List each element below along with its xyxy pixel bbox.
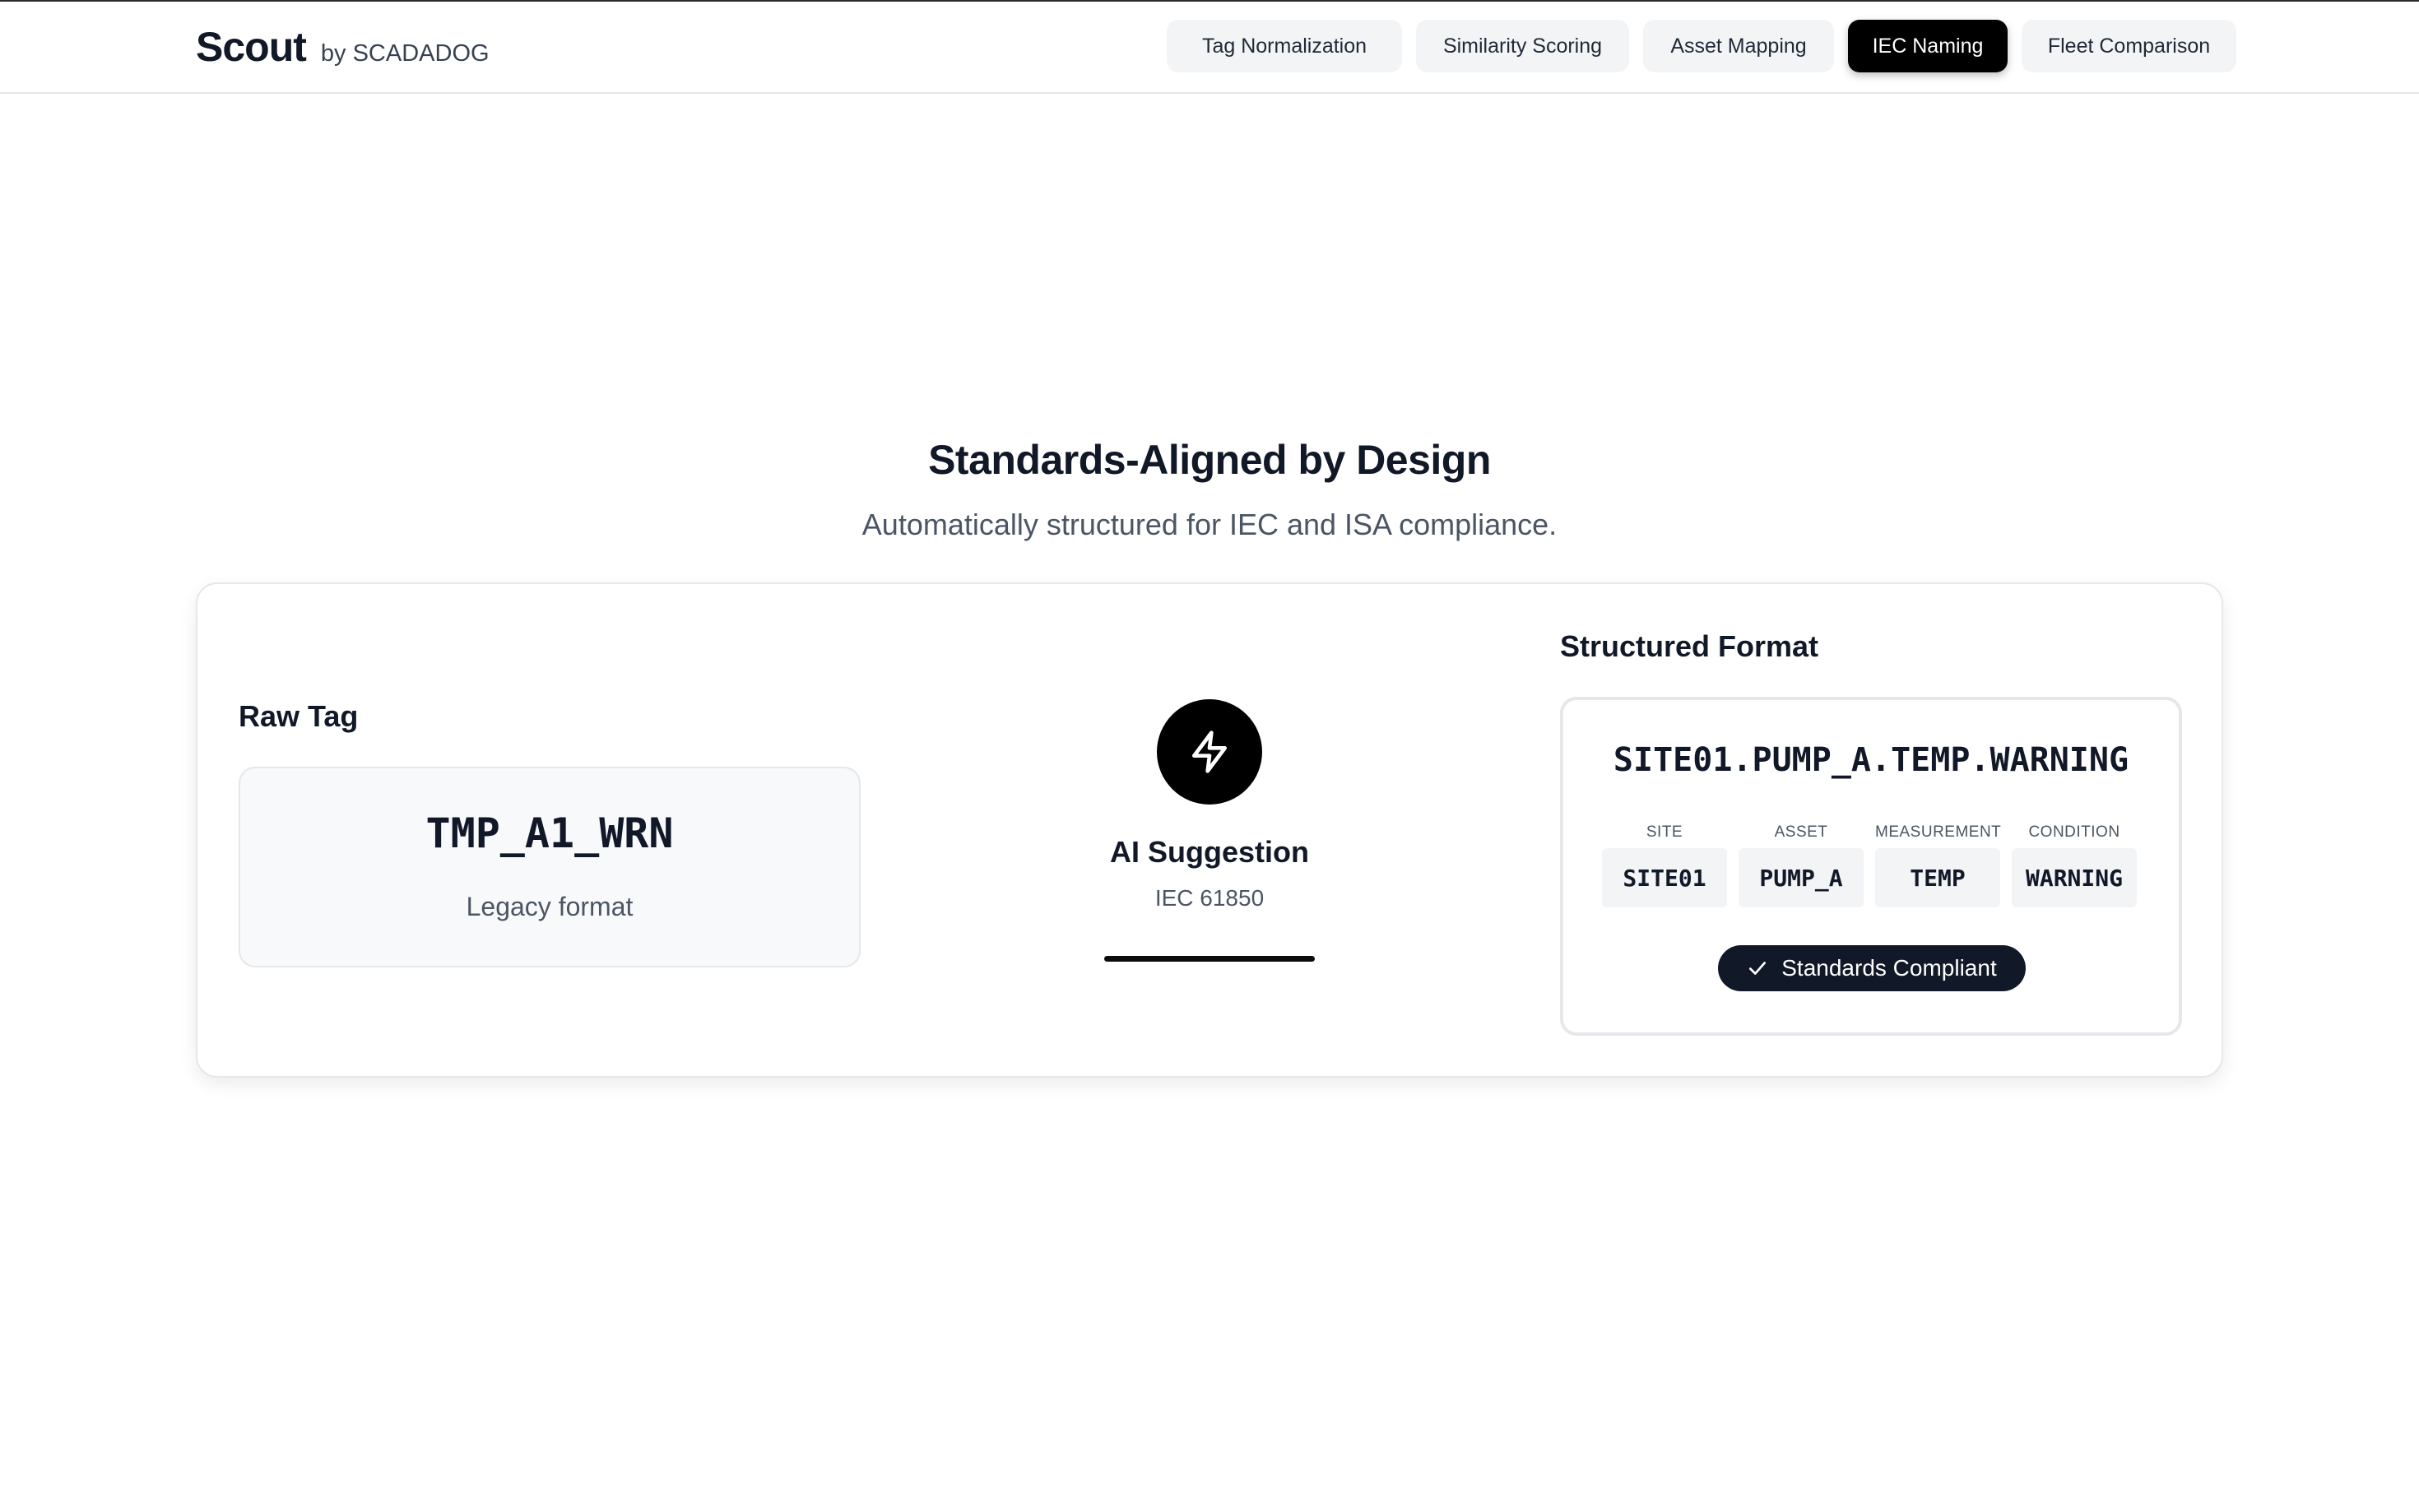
section-title: Standards-Aligned by Design	[928, 437, 1491, 483]
ai-suggestion-label: AI Suggestion	[1110, 835, 1309, 869]
segment-measurement: MEASUREMENT TEMP	[1875, 823, 2002, 907]
brand-byline: by SCADADOG	[320, 40, 490, 67]
segment-value: SITE01	[1602, 848, 1727, 907]
ai-standard-label: IEC 61850	[1154, 885, 1265, 911]
brand-name: Scout	[196, 24, 307, 70]
naming-demo-card: Raw Tag TMP_A1_WRN Legacy format AI Sugg…	[196, 582, 2223, 1078]
tab-asset-mapping[interactable]: Asset Mapping	[1643, 20, 1834, 72]
segment-value: TEMP	[1875, 848, 2000, 907]
check-icon	[1749, 962, 1767, 975]
top-navigation-bar: Scout by SCADADOG Tag Normalization Simi…	[0, 2, 2419, 94]
segment-condition: CONDITION WARNING	[2012, 823, 2137, 907]
section-subtitle: Automatically structured for IEC and ISA…	[861, 508, 1558, 541]
structured-tag-value: SITE01.PUMP_A.TEMP.WARNING	[1613, 741, 2129, 779]
tab-iec-naming[interactable]: IEC Naming	[1848, 20, 2008, 72]
segment-value: PUMP_A	[1739, 848, 1864, 907]
ai-progress-bar	[1104, 956, 1315, 962]
segment-label: ASSET	[1774, 823, 1828, 841]
feature-tabs: Tag Normalization Similarity Scoring Ass…	[1167, 20, 2250, 72]
structured-format-heading: Structured Format	[1560, 629, 1819, 663]
brand-logo[interactable]: Scout by SCADADOG	[196, 23, 490, 71]
tab-fleet-comparison[interactable]: Fleet Comparison	[2022, 20, 2236, 72]
standards-compliant-badge: Standards Compliant	[1718, 945, 2026, 991]
segment-site: SITE SITE01	[1602, 823, 1727, 907]
raw-tag-value: TMP_A1_WRN	[425, 809, 674, 857]
segment-label: CONDITION	[2028, 823, 2120, 841]
badge-label: Standards Compliant	[1781, 955, 1997, 981]
raw-tag-description: Legacy format	[466, 892, 634, 921]
raw-tag-heading: Raw Tag	[239, 699, 359, 733]
lightning-icon	[1157, 699, 1262, 805]
tab-tag-normalization[interactable]: Tag Normalization	[1167, 20, 1402, 72]
segment-asset: ASSET PUMP_A	[1739, 823, 1864, 907]
segment-value: WARNING	[2012, 848, 2137, 907]
structured-format-box: SITE01.PUMP_A.TEMP.WARNING SITE SITE01 A…	[1560, 697, 2182, 1036]
segment-label: SITE	[1646, 823, 1683, 841]
segment-label: MEASUREMENT	[1875, 823, 2002, 841]
tag-segments: SITE SITE01 ASSET PUMP_A MEASUREMENT TEM…	[1602, 823, 2137, 907]
tab-similarity-scoring[interactable]: Similarity Scoring	[1416, 20, 1629, 72]
raw-tag-box: TMP_A1_WRN Legacy format	[239, 767, 861, 967]
